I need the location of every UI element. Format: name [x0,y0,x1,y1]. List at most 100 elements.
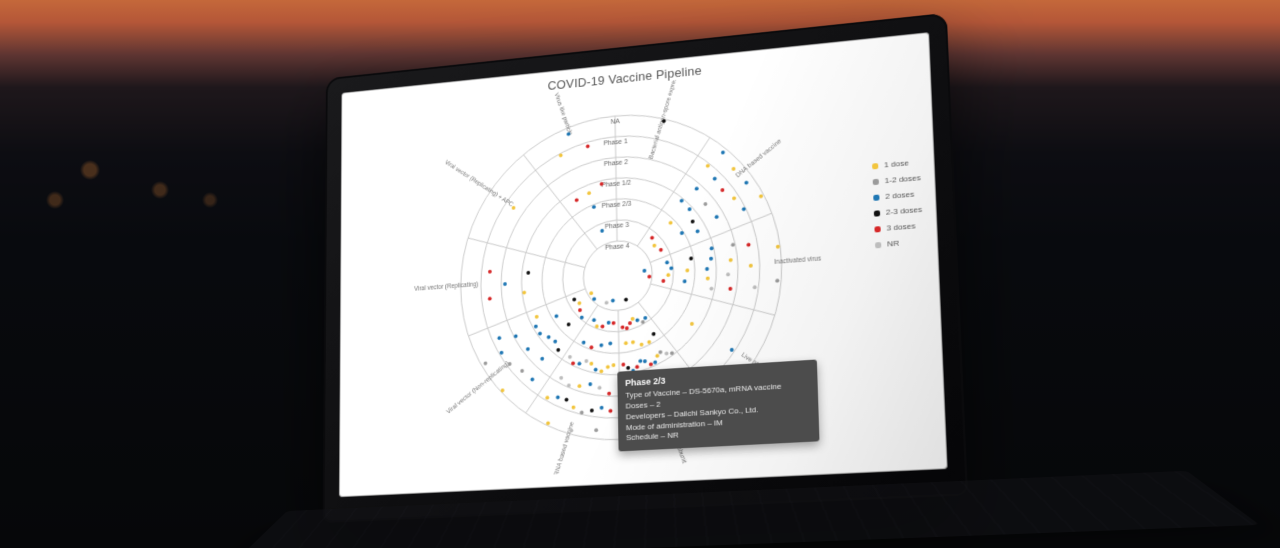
data-point[interactable] [661,279,665,283]
data-point[interactable] [689,256,693,260]
data-point[interactable] [665,260,669,264]
data-point[interactable] [488,297,492,301]
data-point[interactable] [605,301,609,305]
data-point[interactable] [747,243,751,247]
data-point[interactable] [688,207,692,211]
data-point[interactable] [520,369,524,373]
data-point[interactable] [600,406,604,410]
data-point[interactable] [631,317,635,321]
data-point[interactable] [607,321,611,325]
data-point[interactable] [653,360,657,364]
data-point[interactable] [553,339,557,343]
data-point[interactable] [572,298,576,302]
data-point[interactable] [638,359,642,363]
data-point[interactable] [691,219,695,223]
data-point[interactable] [669,221,673,225]
data-point[interactable] [594,428,598,432]
data-point[interactable] [635,318,639,322]
data-point[interactable] [578,384,582,388]
data-point[interactable] [690,322,694,326]
data-point[interactable] [685,268,689,272]
data-point[interactable] [715,215,719,219]
data-point[interactable] [726,272,730,276]
data-point[interactable] [776,245,780,249]
data-point[interactable] [577,362,581,366]
data-point[interactable] [612,363,616,367]
data-point[interactable] [600,229,604,233]
data-point[interactable] [621,325,625,329]
data-point[interactable] [652,244,656,248]
data-point[interactable] [565,398,569,402]
data-point[interactable] [530,377,534,381]
data-point[interactable] [589,361,593,365]
data-point[interactable] [587,191,591,195]
data-point[interactable] [592,205,596,209]
data-point[interactable] [582,340,586,344]
data-point[interactable] [590,408,594,412]
data-point[interactable] [642,269,646,273]
data-point[interactable] [732,196,736,200]
data-point[interactable] [607,391,611,395]
data-point[interactable] [484,361,488,365]
data-point[interactable] [643,359,647,363]
data-point[interactable] [759,194,763,198]
data-point[interactable] [624,298,628,302]
data-point[interactable] [598,386,602,390]
data-point[interactable] [500,351,504,355]
legend-item[interactable]: 1 dose [872,157,920,170]
data-point[interactable] [706,276,710,280]
data-point[interactable] [709,287,713,291]
data-point[interactable] [680,199,684,203]
data-point[interactable] [696,229,700,233]
data-point[interactable] [720,188,724,192]
data-point[interactable] [626,366,630,370]
data-point[interactable] [546,421,550,425]
data-point[interactable] [683,279,687,283]
data-point[interactable] [609,409,613,413]
data-point[interactable] [729,258,733,262]
data-point[interactable] [526,347,530,351]
data-point[interactable] [540,357,544,361]
legend-item[interactable]: NR [875,237,924,250]
data-point[interactable] [728,287,732,291]
data-point[interactable] [721,150,725,154]
data-point[interactable] [608,341,612,345]
data-point[interactable] [665,352,669,356]
data-point[interactable] [695,187,699,191]
data-point[interactable] [599,369,603,373]
data-point[interactable] [590,345,594,349]
data-point[interactable] [488,270,492,274]
data-point[interactable] [601,324,605,328]
data-point[interactable] [658,350,662,354]
data-point[interactable] [628,321,632,325]
data-point[interactable] [535,315,539,319]
data-point[interactable] [643,316,647,320]
data-point[interactable] [753,285,757,289]
legend-item[interactable]: 3 doses [874,221,923,234]
data-point[interactable] [775,279,779,283]
data-point[interactable] [592,318,596,322]
data-point[interactable] [705,267,709,271]
data-point[interactable] [706,164,710,168]
data-point[interactable] [732,167,736,171]
data-point[interactable] [731,243,735,247]
data-point[interactable] [659,248,663,252]
data-point[interactable] [635,365,639,369]
data-point[interactable] [730,348,734,352]
data-point[interactable] [621,362,625,366]
data-point[interactable] [612,321,616,325]
data-point[interactable] [584,359,588,363]
data-point[interactable] [501,388,505,392]
data-point[interactable] [512,206,516,210]
data-point[interactable] [589,291,593,295]
data-point[interactable] [611,298,615,302]
data-point[interactable] [749,264,753,268]
legend-item[interactable]: 1-2 doses [872,173,921,186]
data-point[interactable] [556,395,560,399]
data-point[interactable] [588,382,592,386]
data-point[interactable] [599,343,603,347]
data-point[interactable] [534,324,538,328]
data-point[interactable] [640,343,644,347]
data-point[interactable] [547,335,551,339]
data-point[interactable] [508,362,512,366]
